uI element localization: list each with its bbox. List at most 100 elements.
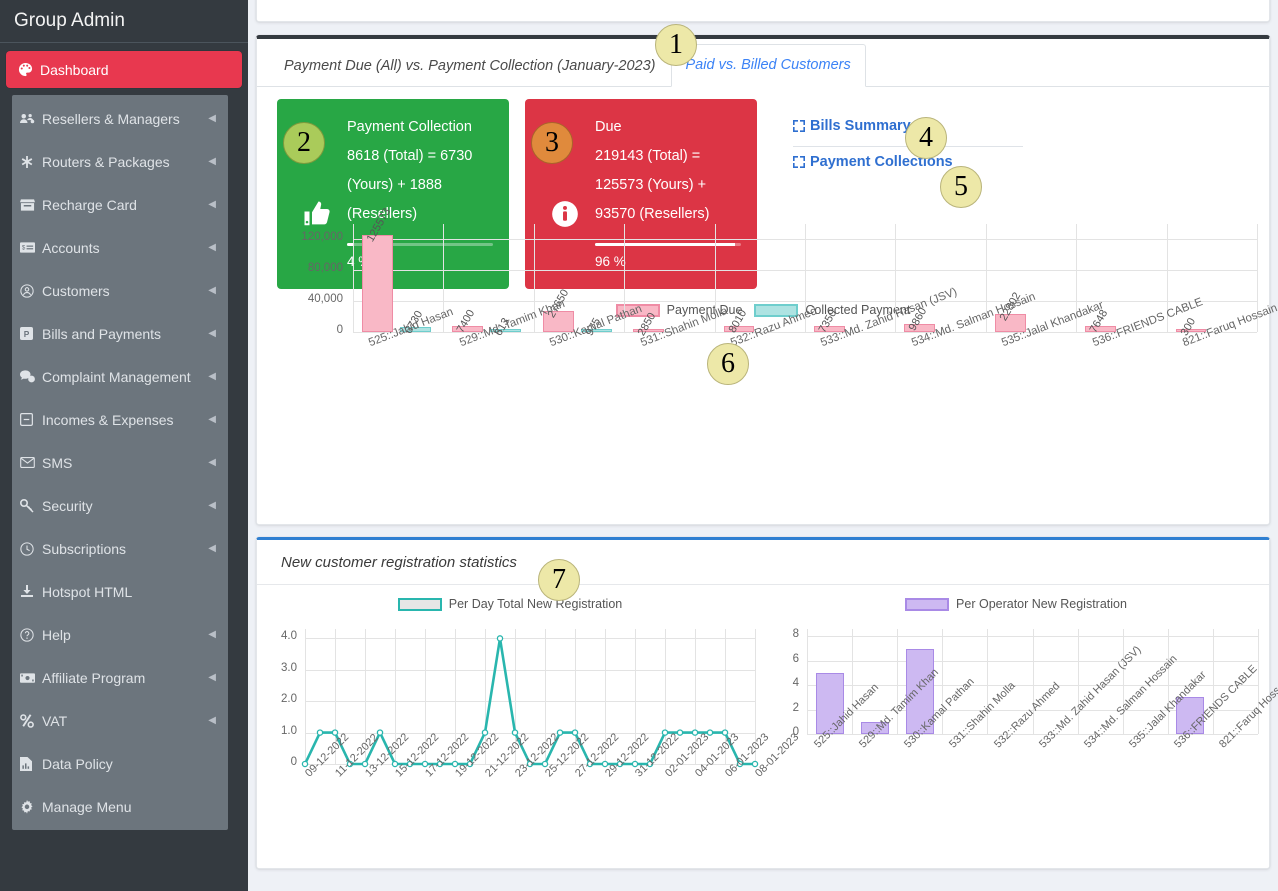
grid-line-vertical [807, 629, 808, 734]
gear-icon [20, 799, 42, 814]
legend-swatch [397, 597, 442, 611]
link-label: Bills Summary [810, 118, 911, 134]
callout-badge-5: 5 [940, 166, 982, 208]
grid-line-vertical [1122, 629, 1124, 734]
sidebar-item-incomes-expenses[interactable]: Incomes & Expenses ◀ [12, 398, 228, 441]
chevron-left-icon: ◀ [208, 285, 216, 296]
file-chart-icon [20, 756, 42, 771]
y-axis-tick-label: 2 [792, 701, 799, 714]
sidebar: Group Admin Dashboard Resellers & Manage… [0, 0, 248, 891]
chevron-left-icon: ◀ [208, 328, 216, 339]
parking-p-icon: P [20, 327, 42, 340]
callout-badge-3: 3 [531, 122, 573, 164]
money-check-icon: $ [20, 242, 42, 253]
card-title: Due [595, 119, 622, 135]
question-circle-icon [20, 627, 42, 642]
sidebar-secondary-group: Resellers & Managers ◀ Routers & Package… [12, 95, 228, 830]
comments-icon [20, 370, 42, 383]
sidebar-item-label: Routers & Packages [42, 153, 170, 170]
bar-payment-due [362, 235, 393, 332]
sidebar-item-label: Manage Menu [42, 798, 132, 815]
card-line-1: 8618 (Total) = 6730 [347, 148, 473, 164]
chevron-left-icon: ◀ [208, 672, 216, 683]
sidebar-item-affiliate-program[interactable]: Affiliate Program ◀ [12, 656, 228, 699]
brand-title: Group Admin [0, 0, 248, 43]
sidebar-item-label: Hotspot HTML [42, 583, 133, 600]
app-root: Group Admin Dashboard Resellers & Manage… [0, 0, 1278, 891]
chevron-left-icon: ◀ [208, 156, 216, 167]
operator-chart-legend: Per Operator New Registration [763, 597, 1269, 611]
expand-icon [793, 120, 805, 132]
sidebar-item-hotspot-html[interactable]: Hotspot HTML [12, 570, 228, 613]
percent-icon [20, 713, 42, 728]
y-axis-tick-label: 80,000 [307, 262, 343, 275]
sidebar-item-manage-menu[interactable]: Manage Menu [12, 785, 228, 828]
card-icon [20, 198, 42, 211]
minus-square-icon [20, 413, 42, 426]
sidebar-item-vat[interactable]: VAT ◀ [12, 699, 228, 742]
sidebar-item-data-policy[interactable]: Data Policy [12, 742, 228, 785]
sidebar-item-label: Help [42, 626, 71, 643]
card-line-1: 219143 (Total) = [595, 148, 701, 164]
y-axis-tick-label: 6 [792, 652, 799, 665]
key-icon [20, 498, 42, 513]
sidebar-item-label: Subscriptions [42, 540, 127, 557]
line-chart-legend: Per Day Total New Registration [257, 597, 763, 611]
sidebar-item-label: Data Policy [42, 755, 113, 772]
download-icon [20, 585, 42, 598]
x-axis-category-label: 534::Md. Salman Hossain [1082, 652, 1180, 751]
grid-line-vertical [1167, 629, 1169, 734]
tab-payment-due-vs-collection[interactable]: Payment Due (All) vs. Payment Collection… [269, 45, 671, 87]
registration-panel: New customer registration statistics Per… [256, 537, 1278, 871]
card-line-2: 125573 (Yours) + [595, 177, 707, 193]
sidebar-item-label: Dashboard [40, 61, 109, 78]
sidebar-item-label: Complaint Management [42, 368, 191, 385]
callout-badge-2: 2 [283, 122, 325, 164]
chevron-left-icon: ◀ [208, 500, 216, 511]
callout-badge-4: 4 [905, 117, 947, 159]
y-axis-tick-label: 120,000 [301, 231, 343, 244]
sidebar-item-complaint-management[interactable]: Complaint Management ◀ [12, 355, 228, 398]
chevron-left-icon: ◀ [208, 371, 216, 382]
sidebar-item-security[interactable]: Security ◀ [12, 484, 228, 527]
y-axis-tick-label: 40,000 [307, 293, 343, 306]
per-day-registration-chart: 0 1.0 2.0 3.0 4.0 09-12-2022 11-12-2022 13-12-2… [257, 619, 801, 859]
per-day-chart-wrap: Per Day Total New Registration 0 1.0 2.0 3.… [257, 585, 801, 871]
y-axis-tick-label: 0 [336, 324, 343, 336]
callout-badge-6: 6 [707, 343, 749, 385]
sidebar-item-dashboard[interactable]: Dashboard [6, 51, 242, 88]
chevron-left-icon: ◀ [208, 629, 216, 640]
sidebar-item-label: Bills and Payments [42, 325, 162, 342]
sidebar-item-label: Accounts [42, 239, 100, 256]
sidebar-item-sms[interactable]: SMS ◀ [12, 441, 228, 484]
sidebar-item-accounts[interactable]: $ Accounts ◀ [12, 226, 228, 269]
chevron-left-icon: ◀ [208, 113, 216, 124]
user-circle-icon [20, 283, 42, 298]
sidebar-item-bills-and-payments[interactable]: P Bills and Payments ◀ [12, 312, 228, 355]
sidebar-item-customers[interactable]: Customers ◀ [12, 269, 228, 312]
payment-overview-panel: Payment Due (All) vs. Payment Collection… [256, 35, 1278, 525]
sidebar-item-subscriptions[interactable]: Subscriptions ◀ [12, 527, 228, 570]
sidebar-item-label: Resellers & Managers [42, 110, 180, 127]
legend-label: Per Day Total New Registration [448, 597, 623, 611]
money-bill-icon [20, 672, 42, 683]
users-cog-icon [20, 112, 42, 125]
sidebar-item-label: SMS [42, 454, 73, 471]
line-series-path [301, 635, 759, 768]
grid-line-vertical [1258, 629, 1259, 734]
sidebar-item-label: Incomes & Expenses [42, 411, 174, 428]
sidebar-item-label: Affiliate Program [42, 669, 146, 686]
payment-bar-chart: 0 40,000 80,000 120,000 125573 7400 27650 2850 8… [257, 206, 1278, 414]
card-line-2: (Yours) + 1888 [347, 177, 442, 193]
sidebar-item-recharge-card[interactable]: Recharge Card ◀ [12, 183, 228, 226]
sidebar-item-help[interactable]: Help ◀ [12, 613, 228, 656]
legend-swatch [905, 597, 950, 611]
payment-collections-link[interactable]: Payment Collections [793, 146, 1023, 178]
sidebar-item-resellers-managers[interactable]: Resellers & Managers ◀ [12, 97, 228, 140]
tab-paid-vs-billed-customers[interactable]: Paid vs. Billed Customers [670, 43, 866, 87]
chevron-left-icon: ◀ [208, 715, 216, 726]
per-operator-chart-wrap: Per Operator New Registration 0 2 4 6 8 525::… [763, 585, 1278, 871]
expand-icon [793, 156, 805, 168]
asterisk-icon [20, 155, 42, 169]
sidebar-item-routers-packages[interactable]: Routers & Packages ◀ [12, 140, 228, 183]
